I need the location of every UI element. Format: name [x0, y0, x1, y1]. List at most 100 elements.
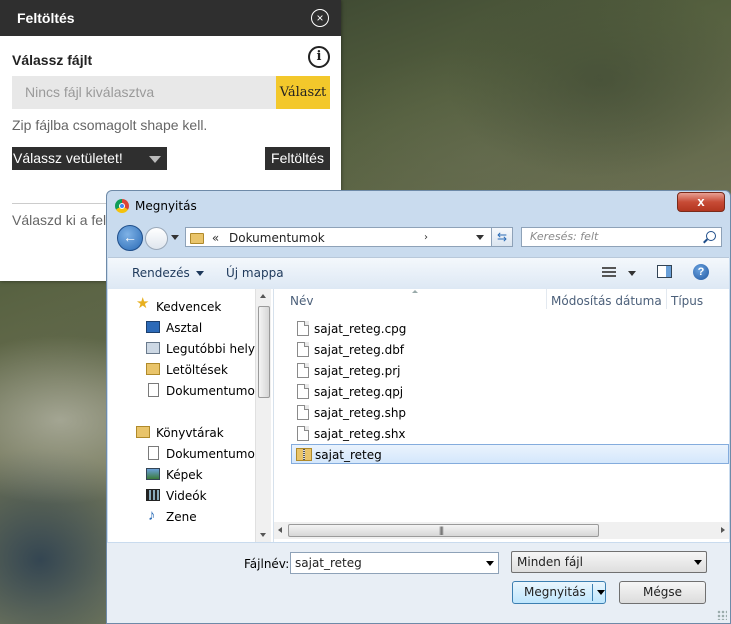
zip-hint: Zip fájlba csomagolt shape kell.	[12, 117, 208, 133]
address-bar[interactable]: « Dokumentumok ›	[185, 227, 513, 247]
dialog-close-button[interactable]: x	[677, 192, 725, 212]
file-name: sajat_reteg.shx	[314, 427, 406, 441]
forward-arrow-icon[interactable]	[145, 227, 168, 250]
nav-downloads[interactable]: Letöltések	[166, 363, 228, 377]
file-list: Név Módosítás dátuma Típus sajat_reteg.c…	[274, 289, 729, 542]
file-name: sajat_reteg.cpg	[314, 322, 407, 336]
panel-title: Feltöltés	[17, 10, 75, 26]
document-icon	[297, 321, 309, 336]
choose-file-button[interactable]: Választ	[276, 76, 330, 109]
file-row[interactable]: sajat_reteg.cpg	[291, 319, 730, 339]
file-input[interactable]: Nincs fájl kiválasztva	[12, 76, 276, 109]
document-icon	[297, 342, 309, 357]
dialog-titlebar[interactable]: Megnyitás x	[107, 191, 730, 221]
info-icon[interactable]: i	[308, 46, 330, 68]
cancel-button[interactable]: Mégse	[619, 581, 706, 604]
scroll-up-icon[interactable]	[260, 294, 266, 298]
file-type-value: Minden fájl	[517, 555, 583, 569]
column-separator[interactable]	[666, 289, 667, 309]
views-icon[interactable]	[602, 267, 616, 278]
document-icon	[297, 363, 309, 378]
search-icon[interactable]	[706, 231, 716, 241]
open-options-dropdown-icon[interactable]	[597, 590, 605, 595]
nav-library-videos[interactable]: Videók	[166, 489, 207, 503]
file-row[interactable]: sajat_reteg.prj	[291, 361, 730, 381]
nav-desktop[interactable]: Asztal	[166, 321, 202, 335]
back-arrow-icon[interactable]: ←	[117, 225, 143, 251]
panel-header: Feltöltés ×	[0, 0, 341, 36]
file-row[interactable]: sajat_reteg.shx	[291, 424, 730, 444]
new-folder-button[interactable]: Új mappa	[226, 266, 284, 280]
filename-value: sajat_reteg	[295, 556, 362, 570]
filename-input[interactable]: sajat_reteg	[290, 552, 499, 574]
chrome-icon	[115, 199, 129, 213]
projection-select-label: Válassz vetületet!	[13, 150, 123, 166]
file-row-selected[interactable]: sajat_reteg	[291, 444, 729, 464]
column-name[interactable]: Név	[290, 294, 313, 308]
open-file-dialog: Megnyitás x ← « Dokumentumok › ⇆ Keresés…	[106, 190, 731, 624]
address-path[interactable]: Dokumentumok	[229, 231, 325, 245]
document-icon	[297, 405, 309, 420]
search-placeholder: Keresés: felt	[530, 230, 599, 243]
scroll-thumb[interactable]	[258, 306, 270, 398]
chevron-down-icon	[149, 156, 161, 163]
scroll-down-icon[interactable]	[260, 533, 266, 537]
libraries-icon	[136, 426, 150, 438]
column-type[interactable]: Típus	[671, 294, 703, 308]
address-chevron[interactable]: «	[212, 231, 219, 245]
file-row[interactable]: sajat_reteg.qpj	[291, 382, 730, 402]
pictures-icon	[146, 468, 160, 480]
nav-library-music[interactable]: Zene	[166, 510, 197, 524]
column-separator[interactable]	[546, 289, 547, 309]
views-dropdown-icon[interactable]	[628, 271, 636, 276]
nav-libraries[interactable]: Könyvtárak	[156, 426, 224, 440]
nav-scrollbar[interactable]	[255, 289, 271, 542]
nav-documents[interactable]: Dokumentumok	[166, 384, 262, 398]
projection-select[interactable]: Válassz vetületet!	[12, 147, 167, 170]
preview-pane-icon[interactable]	[657, 265, 672, 278]
file-name: sajat_reteg.qpj	[314, 385, 404, 399]
music-icon: ♪	[148, 507, 156, 524]
scroll-right-icon[interactable]	[721, 527, 725, 533]
resize-grip-icon[interactable]	[717, 610, 727, 620]
documents-icon	[148, 383, 159, 397]
split-divider	[592, 584, 593, 601]
organize-button[interactable]: Rendezés	[132, 266, 204, 280]
address-path-arrow[interactable]: ›	[424, 228, 428, 248]
nav-library-pictures[interactable]: Képek	[166, 468, 203, 482]
file-row[interactable]: sajat_reteg.shp	[291, 403, 730, 423]
filename-label: Fájlnév:	[244, 557, 290, 571]
folder-icon	[190, 233, 204, 244]
address-dropdown-icon[interactable]	[476, 235, 484, 240]
nav-recent-places[interactable]: Legutóbbi helyek	[166, 342, 269, 356]
scroll-grip: |||	[439, 525, 444, 535]
file-name: sajat_reteg.prj	[314, 364, 401, 378]
help-icon[interactable]: ?	[693, 264, 709, 280]
videos-icon	[146, 489, 160, 501]
column-modified[interactable]: Módosítás dátuma	[551, 294, 662, 308]
navigation-pane: ★ Kedvencek Asztal Legutóbbi helyek Letö…	[108, 289, 274, 542]
search-input[interactable]: Keresés: felt	[521, 227, 722, 247]
nav-library-documents[interactable]: Dokumentumok	[166, 447, 262, 461]
upload-button[interactable]: Feltöltés	[265, 147, 330, 170]
nav-favorites[interactable]: Kedvencek	[156, 300, 221, 314]
document-icon	[297, 384, 309, 399]
chevron-down-icon[interactable]	[486, 561, 494, 566]
choose-file-label: Válassz fájlt	[12, 52, 93, 68]
downloads-icon	[146, 363, 160, 375]
close-icon[interactable]: ×	[311, 9, 329, 27]
select-hint-text: Válaszd ki a fel	[12, 212, 107, 228]
scroll-left-icon[interactable]	[278, 527, 282, 533]
organize-label: Rendezés	[132, 266, 190, 280]
dialog-title: Megnyitás	[135, 199, 197, 213]
file-type-filter[interactable]: Minden fájl	[511, 551, 707, 573]
refresh-icon[interactable]: ⇆	[491, 227, 513, 247]
recent-locations-dropdown-icon[interactable]	[171, 235, 179, 240]
file-list-hscrollbar[interactable]: |||	[274, 522, 729, 539]
scroll-thumb[interactable]: |||	[288, 524, 599, 537]
dialog-body: ★ Kedvencek Asztal Legutóbbi helyek Letö…	[108, 289, 729, 542]
dialog-toolbar: Rendezés Új mappa ?	[108, 257, 729, 290]
file-row[interactable]: sajat_reteg.dbf	[291, 340, 730, 360]
open-button[interactable]: Megnyitás	[512, 581, 606, 604]
sort-indicator-icon	[412, 290, 418, 293]
